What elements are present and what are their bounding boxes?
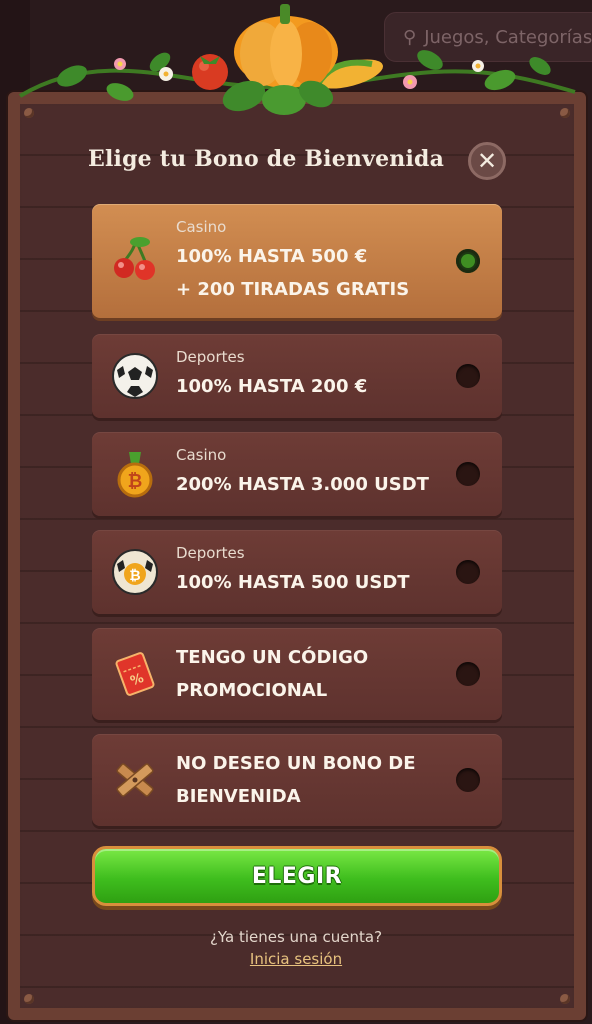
bonus-option-casino-500-eur[interactable]: Casino 100% HASTA 500 € + 200 TIRADAS GR… bbox=[92, 204, 502, 318]
option-category: Casino bbox=[176, 218, 227, 236]
option-label-secondary: PROMOCIONAL bbox=[176, 680, 328, 701]
login-link[interactable]: Inicia sesión bbox=[0, 950, 592, 968]
bonus-option-promo-code[interactable]: % TENGO UN CÓDIGO PROMOCIONAL bbox=[92, 628, 502, 720]
modal-title: Elige tu Bono de Bienvenida bbox=[88, 146, 445, 172]
option-radio[interactable] bbox=[456, 249, 480, 273]
option-radio[interactable] bbox=[456, 462, 480, 486]
flower-icon bbox=[114, 58, 484, 89]
choose-button[interactable]: ELEGIR bbox=[92, 846, 502, 906]
svg-text:₿: ₿ bbox=[129, 568, 140, 584]
background-search-placeholder: Juegos, Categorías bbox=[424, 27, 592, 48]
option-radio[interactable] bbox=[456, 560, 480, 584]
nail-icon bbox=[24, 994, 34, 1004]
option-category: Deportes bbox=[176, 348, 245, 366]
option-category: Casino bbox=[176, 446, 227, 464]
option-label: 100% HASTA 500 € bbox=[176, 246, 368, 267]
nail-icon bbox=[24, 108, 34, 118]
option-category: Deportes bbox=[176, 544, 245, 562]
pumpkin-icon bbox=[234, 4, 338, 88]
close-icon[interactable]: ✕ bbox=[477, 147, 497, 175]
option-radio[interactable] bbox=[456, 662, 480, 686]
option-label: 100% HASTA 500 USDT bbox=[176, 572, 410, 593]
bitcoin-ball-icon: ₿ bbox=[110, 547, 160, 597]
option-radio[interactable] bbox=[456, 768, 480, 792]
cherries-icon bbox=[110, 234, 160, 284]
login-link-label[interactable]: Inicia sesión bbox=[250, 950, 342, 968]
corn-icon bbox=[315, 59, 383, 89]
nail-icon bbox=[560, 108, 570, 118]
tomato-icon bbox=[192, 54, 228, 90]
nail-icon bbox=[560, 994, 570, 1004]
bitcoin-medal-icon: ₿ bbox=[110, 449, 160, 499]
bonus-option-no-bonus[interactable]: NO DESEO UN BONO DE BIENVENIDA bbox=[92, 734, 502, 826]
option-radio[interactable] bbox=[456, 364, 480, 388]
search-icon: ⚲ bbox=[403, 27, 417, 48]
bonus-option-deportes-500-usdt[interactable]: ₿ Deportes 100% HASTA 500 USDT bbox=[92, 530, 502, 614]
background-search-bar: ⚲ Juegos, Categorías bbox=[384, 12, 592, 62]
bonus-option-deportes-200-eur[interactable]: Deportes 100% HASTA 200 € bbox=[92, 334, 502, 418]
soccer-ball-icon bbox=[110, 351, 160, 401]
coupon-icon: % bbox=[110, 649, 160, 699]
option-label: NO DESEO UN BONO DE bbox=[176, 753, 416, 774]
close-button[interactable]: ✕ bbox=[468, 142, 506, 180]
svg-text:₿: ₿ bbox=[128, 471, 143, 492]
option-label: TENGO UN CÓDIGO bbox=[176, 647, 369, 668]
option-label: 200% HASTA 3.000 USDT bbox=[176, 474, 429, 495]
account-question: ¿Ya tienes una cuenta? bbox=[209, 928, 383, 946]
crossed-planks-icon bbox=[110, 755, 160, 805]
option-label-secondary: + 200 TIRADAS GRATIS bbox=[176, 279, 410, 300]
bonus-option-casino-3000-usdt[interactable]: ₿ Casino 200% HASTA 3.000 USDT bbox=[92, 432, 502, 516]
option-label-secondary: BIENVENIDA bbox=[176, 786, 301, 807]
option-label: 100% HASTA 200 € bbox=[176, 376, 368, 397]
